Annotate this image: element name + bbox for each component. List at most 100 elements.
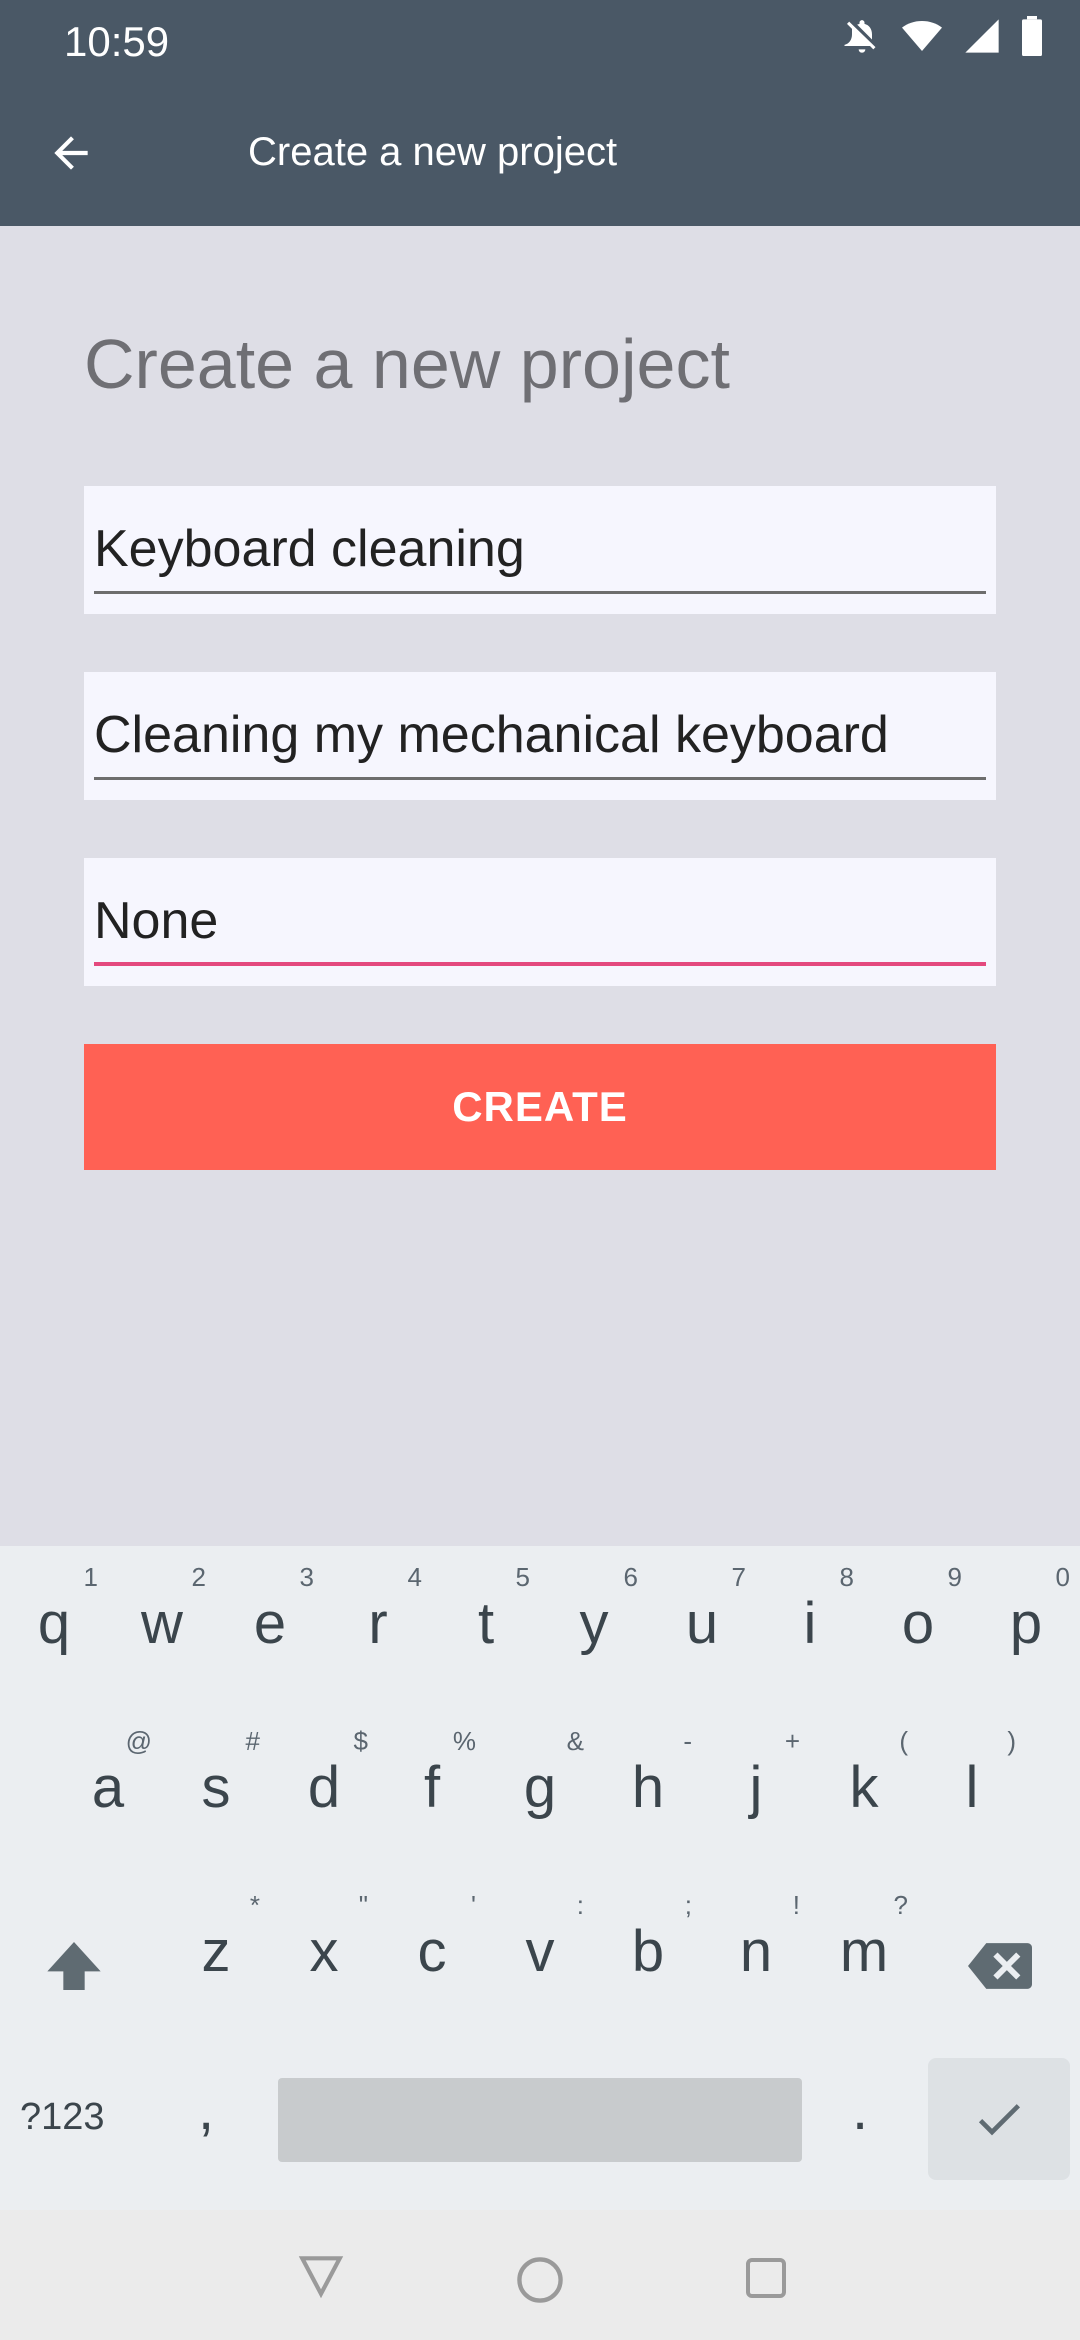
key-letter: e: [253, 1591, 287, 1656]
key-letter: k: [849, 1755, 879, 1820]
create-button[interactable]: CREATE: [84, 1044, 996, 1170]
key-k[interactable]: (k: [810, 1710, 918, 1860]
field-underline: [94, 591, 986, 594]
back-button[interactable]: [46, 128, 96, 178]
soft-keyboard: 1q2w3e4r5t6y7u8i9o0p @ a # s $ d% f & g - h + j(k) l …: [0, 1546, 1080, 2210]
key-letter: g: [523, 1755, 557, 1820]
key-letter: y: [579, 1591, 609, 1656]
key-letter: o: [901, 1591, 935, 1656]
key-hint: ;: [684, 1890, 692, 1920]
page-title: Create a new project: [84, 325, 730, 403]
comma-key[interactable]: ,: [198, 2076, 214, 2143]
project-name-input[interactable]: [94, 514, 986, 584]
key-hint: ": [358, 1890, 368, 1920]
key-hint: 3: [299, 1562, 314, 1592]
key-v[interactable]: :v: [486, 1874, 594, 2024]
key-h[interactable]: -h: [594, 1710, 702, 1860]
key-j[interactable]: + j: [702, 1710, 810, 1860]
key-letter: x: [309, 1919, 339, 1984]
key-letter: u: [685, 1591, 719, 1656]
key-w[interactable]: 2w: [108, 1546, 216, 1696]
key-hint: 0: [1055, 1562, 1070, 1592]
key-hint: ': [471, 1890, 476, 1920]
project-description-input[interactable]: [94, 700, 986, 770]
key-x[interactable]: " x: [270, 1874, 378, 2024]
key-z[interactable]: * z: [162, 1874, 270, 2024]
key-letter: f: [423, 1755, 441, 1820]
status-time: 10:59: [64, 18, 170, 65]
key-b[interactable]: ; b: [594, 1874, 702, 2024]
key-g[interactable]: & g: [486, 1710, 594, 1860]
key-u[interactable]: 7u: [648, 1546, 756, 1696]
key-m[interactable]: ? m: [810, 1874, 918, 2024]
key-letter: n: [739, 1919, 773, 1984]
key-hint: 5: [515, 1562, 530, 1592]
key-letter: q: [37, 1591, 71, 1656]
nav-back-icon[interactable]: [296, 2250, 346, 2300]
key-s[interactable]: # s: [162, 1710, 270, 1860]
key-hint: ): [1007, 1726, 1016, 1756]
shift-key[interactable]: [30, 1916, 120, 2016]
key-letter: z: [201, 1919, 231, 1984]
key-hint: 7: [731, 1562, 746, 1592]
key-letter: j: [749, 1755, 763, 1820]
nav-recents-icon[interactable]: [742, 2254, 790, 2302]
battery-icon: [1022, 16, 1042, 56]
system-nav-bar: [0, 2210, 1080, 2340]
key-t[interactable]: 5t: [432, 1546, 540, 1696]
key-letter: h: [631, 1755, 665, 1820]
enter-key[interactable]: [928, 2058, 1070, 2180]
key-d[interactable]: $ d: [270, 1710, 378, 1860]
app-bar: 10:59 Create a new project: [0, 0, 1080, 226]
key-hint: ?: [893, 1890, 908, 1920]
key-q[interactable]: 1q: [0, 1546, 108, 1696]
key-a[interactable]: @ a: [54, 1710, 162, 1860]
project-description-field[interactable]: [84, 672, 996, 800]
parent-project-field[interactable]: [84, 858, 996, 986]
key-letter: l: [965, 1755, 979, 1820]
key-hint: 8: [839, 1562, 854, 1592]
key-r[interactable]: 4r: [324, 1546, 432, 1696]
key-hint: &: [566, 1726, 584, 1756]
key-letter: d: [307, 1755, 341, 1820]
key-hint: 1: [83, 1562, 98, 1592]
project-name-field[interactable]: [84, 486, 996, 614]
key-c[interactable]: ' c: [378, 1874, 486, 2024]
key-hint: 6: [623, 1562, 638, 1592]
field-underline-focused: [94, 962, 986, 966]
key-hint: *: [249, 1890, 260, 1920]
key-l[interactable]: ) l: [918, 1710, 1026, 1860]
period-key[interactable]: .: [852, 2076, 868, 2143]
arrow-back-icon: [54, 136, 88, 170]
key-n[interactable]: ! n: [702, 1874, 810, 2024]
key-hint: 9: [947, 1562, 962, 1592]
key-y[interactable]: 6y: [540, 1546, 648, 1696]
backspace-key[interactable]: [968, 1916, 1048, 2016]
field-underline: [94, 777, 986, 780]
key-f[interactable]: % f: [378, 1710, 486, 1860]
key-hint: !: [792, 1890, 800, 1920]
key-hint: :: [576, 1890, 584, 1920]
key-letter: w: [141, 1591, 183, 1656]
nav-home-icon[interactable]: [514, 2254, 566, 2306]
key-hint: 2: [191, 1562, 206, 1592]
key-hint: 4: [407, 1562, 422, 1592]
backspace-icon: [968, 1943, 1032, 1989]
key-i[interactable]: 8i: [756, 1546, 864, 1696]
notifications-off-icon: [844, 20, 876, 53]
key-letter: c: [417, 1919, 447, 1984]
form-content: Create a new project CREATE: [0, 226, 1080, 1546]
key-letter: t: [477, 1591, 495, 1656]
key-letter: m: [839, 1919, 889, 1984]
key-p[interactable]: 0p: [972, 1546, 1080, 1696]
key-letter: b: [631, 1919, 665, 1984]
wifi-icon: [902, 21, 942, 51]
key-hint: (: [899, 1726, 908, 1756]
key-e[interactable]: 3e: [216, 1546, 324, 1696]
key-letter: p: [1009, 1591, 1043, 1656]
symbols-key[interactable]: ?123: [20, 2096, 105, 2139]
app-bar-title: Create a new project: [248, 130, 618, 174]
parent-project-input[interactable]: [94, 886, 986, 956]
space-key[interactable]: [278, 2078, 802, 2162]
key-o[interactable]: 9o: [864, 1546, 972, 1696]
